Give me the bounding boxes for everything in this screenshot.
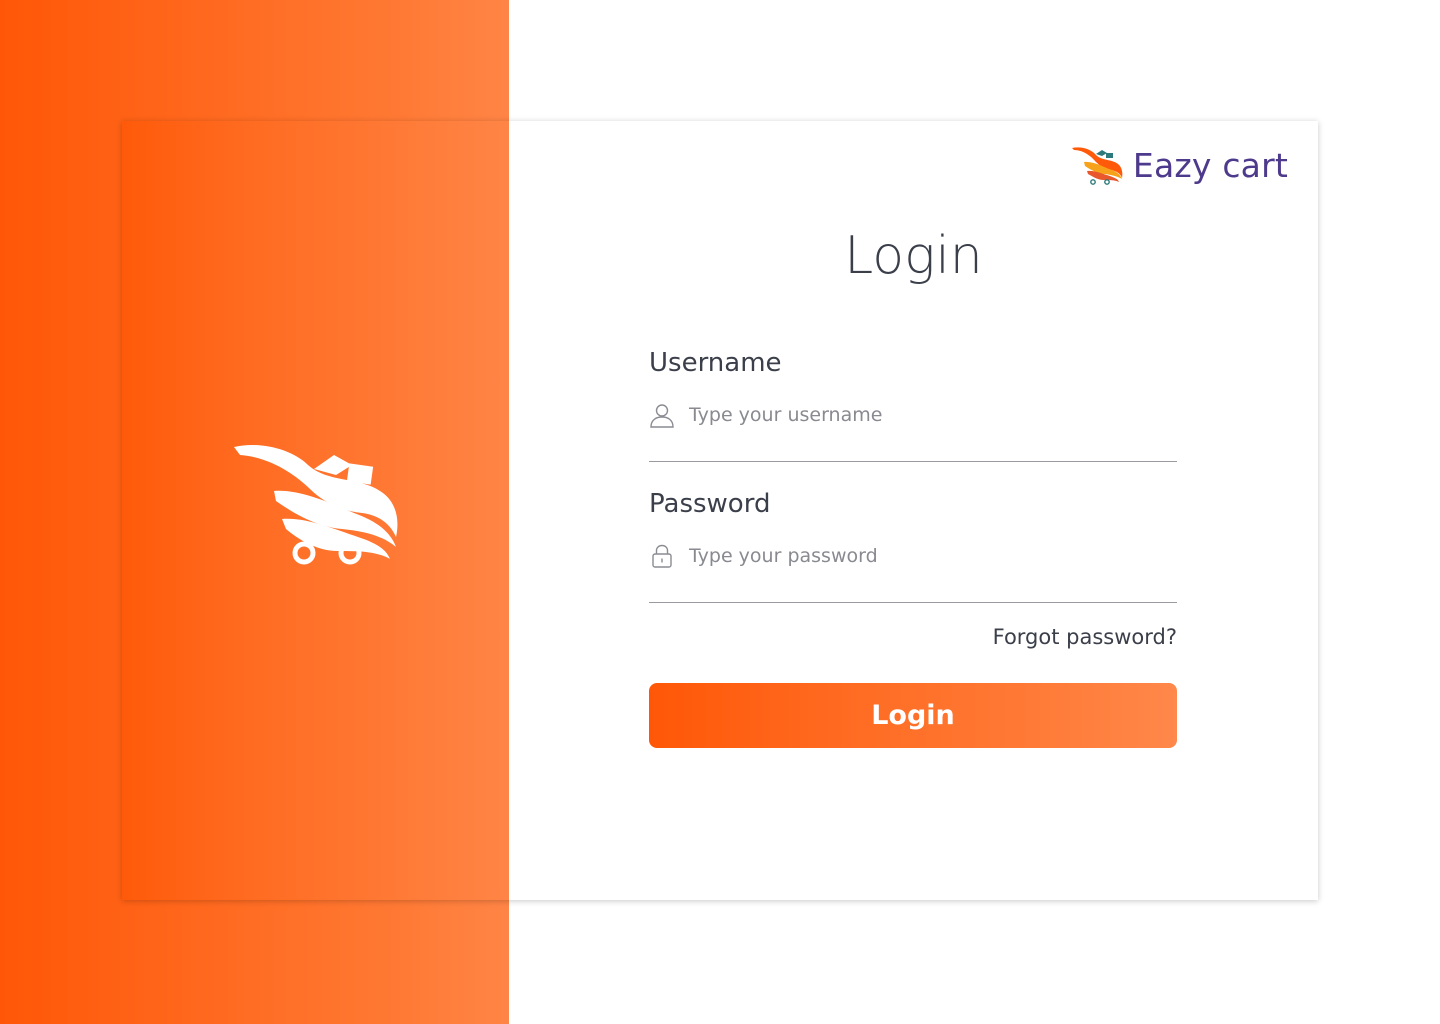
username-input[interactable] xyxy=(689,400,1177,430)
brand-name: Eazy cart xyxy=(1132,145,1288,185)
password-label: Password xyxy=(649,489,771,519)
login-button[interactable]: Login xyxy=(649,683,1177,748)
login-card: Eazy cart Login Username Password xyxy=(122,121,1318,900)
login-form: Username Password xyxy=(649,343,1177,649)
shopping-cart-logo-icon xyxy=(234,445,398,565)
username-field-row xyxy=(649,391,1177,462)
password-field-row xyxy=(649,532,1177,603)
password-input[interactable] xyxy=(689,541,1177,571)
card-hero-panel xyxy=(122,121,509,900)
eazy-cart-logo-icon xyxy=(1071,147,1123,185)
lock-icon xyxy=(652,544,672,568)
page-title: Login xyxy=(844,226,983,286)
forgot-password-link[interactable]: Forgot password? xyxy=(649,625,1177,649)
password-group: Password xyxy=(649,484,1177,603)
username-label: Username xyxy=(649,348,782,378)
username-group: Username xyxy=(649,343,1177,462)
brand-header: Eazy cart xyxy=(1071,145,1288,185)
user-icon xyxy=(650,404,674,428)
login-form-panel: Eazy cart Login Username Password xyxy=(509,121,1318,900)
login-page: Eazy cart Login Username Password xyxy=(0,0,1440,1024)
